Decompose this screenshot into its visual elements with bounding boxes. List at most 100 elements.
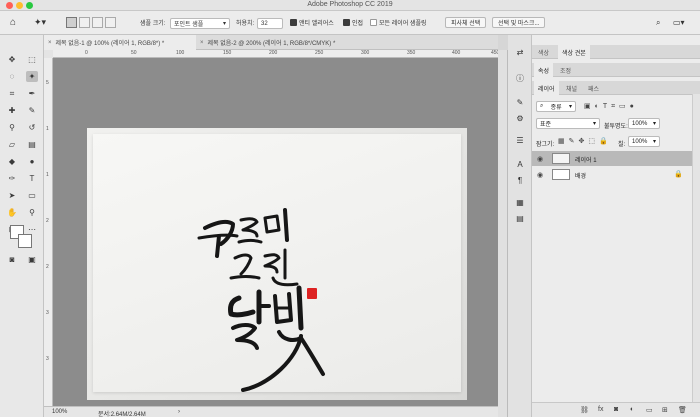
dodge-tool-icon[interactable]: ● bbox=[26, 156, 38, 167]
group-folder-icon[interactable]: ▭ bbox=[646, 406, 653, 414]
tab-document-2[interactable]: × 제목 없음-2 @ 200% (레이어 1, RGB/8*/CMYK) * bbox=[196, 35, 386, 50]
brush-panel-icon[interactable]: ✎ bbox=[514, 97, 526, 108]
brush-tool-icon[interactable]: ✎ bbox=[26, 105, 38, 116]
workspace-icon[interactable]: ▭▾ bbox=[673, 16, 685, 29]
lock-icons[interactable]: ▦✎✥⬚🔒 bbox=[558, 137, 612, 145]
add-mask-icon[interactable]: ◙ bbox=[614, 406, 618, 413]
tab-channels[interactable]: 채널 bbox=[562, 81, 581, 95]
info-panel-icon[interactable]: ⓘ bbox=[514, 73, 526, 84]
crop-tool-icon[interactable]: ⌗ bbox=[6, 88, 18, 99]
type-tool-icon[interactable]: T bbox=[26, 173, 38, 184]
magic-wand-tool-icon[interactable]: ✦ bbox=[26, 71, 38, 82]
adjustment-layer-icon[interactable]: ◐ bbox=[630, 406, 634, 413]
document-image[interactable] bbox=[87, 128, 467, 400]
ruler-label: 3 bbox=[46, 310, 49, 316]
all-layers-checkbox[interactable]: 모든 레이어 샘플링 bbox=[370, 16, 427, 29]
canvas-area[interactable] bbox=[53, 58, 498, 406]
lasso-tool-icon[interactable]: ◌ bbox=[6, 71, 18, 82]
layer-row-background[interactable]: ◉ 배경 🔒 bbox=[532, 167, 692, 182]
document-size: 문서:2.64M/2.64M bbox=[98, 412, 146, 417]
ruler-label: 150 bbox=[223, 50, 232, 56]
select-subject-button[interactable]: 피사체 선택 bbox=[445, 17, 487, 28]
intersect-selection-icon[interactable] bbox=[105, 17, 116, 28]
sample-size-select[interactable]: 포인트 샘플 ▾ bbox=[170, 17, 230, 30]
ruler-label: 1 bbox=[46, 172, 49, 178]
close-icon[interactable]: × bbox=[48, 40, 52, 46]
antialias-label: 앤티 앨리어스 bbox=[299, 21, 334, 27]
magic-wand-preset-icon[interactable]: ✦▾ bbox=[34, 16, 46, 29]
character-panel-icon[interactable]: A bbox=[514, 159, 526, 170]
paragraph-panel-icon[interactable]: ¶ bbox=[514, 175, 526, 186]
new-layer-icon[interactable]: ⊞ bbox=[662, 406, 668, 414]
select-and-mask-button[interactable]: 선택 및 마스크... bbox=[492, 17, 546, 28]
layer-name: 레이어 1 bbox=[575, 158, 597, 164]
ruler-corner bbox=[44, 50, 53, 58]
zoom-tool-icon[interactable]: ⚲ bbox=[26, 207, 38, 218]
pen-tool-icon[interactable]: ✑ bbox=[6, 173, 18, 184]
layer-filter-icons[interactable]: ▣◐T⌗▭● bbox=[584, 102, 638, 111]
color-panel-tabs: 색상 색상 견본 bbox=[532, 45, 700, 59]
sample-size-label: 샘플 크기: bbox=[140, 21, 166, 27]
canvas-vertical-scrollbar[interactable] bbox=[498, 50, 508, 417]
rectangle-tool-icon[interactable]: ▭ bbox=[26, 190, 38, 201]
layer-filter-select[interactable]: ⌕ 종류 ▾ bbox=[536, 101, 576, 112]
history-panel-icon[interactable]: ⇄ bbox=[514, 47, 526, 58]
add-selection-icon[interactable] bbox=[79, 17, 90, 28]
quick-mask-icon[interactable]: ◙ bbox=[6, 254, 18, 265]
link-layers-icon[interactable]: ⛓ bbox=[580, 406, 589, 414]
adjustments-icon[interactable]: ☰ bbox=[514, 135, 526, 146]
brush-settings-icon[interactable]: ⚙ bbox=[514, 113, 526, 124]
tab-adjustments[interactable]: 조정 bbox=[556, 63, 575, 77]
document-panel-icon[interactable]: ▤ bbox=[514, 213, 526, 224]
hand-tool-icon[interactable]: ✋ bbox=[6, 207, 18, 218]
blend-mode-select[interactable]: 표준 ▾ bbox=[536, 118, 600, 129]
vertical-ruler[interactable]: 5 1 1 2 2 3 3 bbox=[44, 58, 53, 406]
home-icon[interactable]: ⌂ bbox=[10, 16, 16, 29]
layer-style-icon[interactable]: fx bbox=[598, 406, 603, 413]
tolerance-input[interactable]: 32 bbox=[257, 17, 283, 30]
ruler-label: 1 bbox=[46, 126, 49, 132]
tab-properties[interactable]: 속성 bbox=[534, 63, 554, 77]
tab-document-1[interactable]: × 제목 없음-1 @ 100% (레이어 1, RGB/8*) * bbox=[44, 35, 196, 50]
eraser-tool-icon[interactable]: ▱ bbox=[6, 139, 18, 150]
tab-swatches[interactable]: 색상 견본 bbox=[558, 45, 590, 59]
chevron-down-icon: ▾ bbox=[592, 121, 596, 127]
tab-layers[interactable]: 레이어 bbox=[534, 81, 559, 95]
tools-panel: ✥ ⬚ ◌ ✦ ⌗ ✒ ✚ ✎ ⚲ ↺ ▱ ▤ ◆ ● ✑ T ➤ ▭ ✋ ⚲ … bbox=[0, 35, 44, 417]
opacity-input[interactable]: 100% ▾ bbox=[628, 118, 660, 129]
fill-input[interactable]: 100% ▾ bbox=[628, 136, 660, 147]
gradient-tool-icon[interactable]: ▤ bbox=[26, 139, 38, 150]
chevron-down-icon: ▾ bbox=[652, 121, 656, 127]
options-bar: ⌂ ✦▾ 샘플 크기: 포인트 샘플 ▾ 허용치: 32 앤티 앨리어스 인접 모… bbox=[0, 11, 700, 35]
contiguous-checkbox[interactable]: 인접 bbox=[343, 16, 363, 29]
history-brush-tool-icon[interactable]: ↺ bbox=[26, 122, 38, 133]
screen-mode-icon[interactable]: ▣ bbox=[26, 254, 38, 265]
move-tool-icon[interactable]: ✥ bbox=[6, 54, 18, 65]
path-selection-tool-icon[interactable]: ➤ bbox=[6, 190, 18, 201]
close-icon[interactable]: × bbox=[200, 40, 204, 46]
tab-paths[interactable]: 패스 bbox=[584, 81, 603, 95]
eye-icon[interactable]: ◉ bbox=[537, 171, 543, 179]
ruler-label: 100 bbox=[176, 50, 185, 56]
zoom-level[interactable]: 100% bbox=[52, 409, 67, 415]
background-color-swatch[interactable] bbox=[18, 234, 32, 248]
libraries-icon[interactable]: ▦ bbox=[514, 197, 526, 208]
sample-size-value: 포인트 샘플 bbox=[174, 22, 204, 28]
horizontal-ruler[interactable]: 0 50 100 150 200 250 300 350 400 450 bbox=[53, 50, 499, 58]
panel-scrollbar[interactable] bbox=[692, 94, 700, 402]
layer-row-layer1[interactable]: ◉ 레이어 1 bbox=[532, 151, 692, 166]
blur-tool-icon[interactable]: ◆ bbox=[6, 156, 18, 167]
subtract-selection-icon[interactable] bbox=[92, 17, 103, 28]
antialias-checkbox[interactable]: 앤티 앨리어스 bbox=[290, 16, 334, 29]
new-selection-icon[interactable] bbox=[66, 17, 77, 28]
chevron-right-icon[interactable]: › bbox=[178, 409, 180, 415]
eye-icon[interactable]: ◉ bbox=[537, 155, 543, 163]
title-bar: Adobe Photoshop CC 2019 bbox=[0, 0, 700, 11]
clone-stamp-tool-icon[interactable]: ⚲ bbox=[6, 122, 18, 133]
trash-icon[interactable]: 🗑 bbox=[678, 406, 687, 414]
search-icon[interactable]: ⌕ bbox=[656, 16, 660, 29]
tab-color[interactable]: 색상 bbox=[534, 45, 553, 59]
marquee-tool-icon[interactable]: ⬚ bbox=[26, 54, 38, 65]
eyedropper-tool-icon[interactable]: ✒ bbox=[26, 88, 38, 99]
healing-brush-tool-icon[interactable]: ✚ bbox=[6, 105, 18, 116]
